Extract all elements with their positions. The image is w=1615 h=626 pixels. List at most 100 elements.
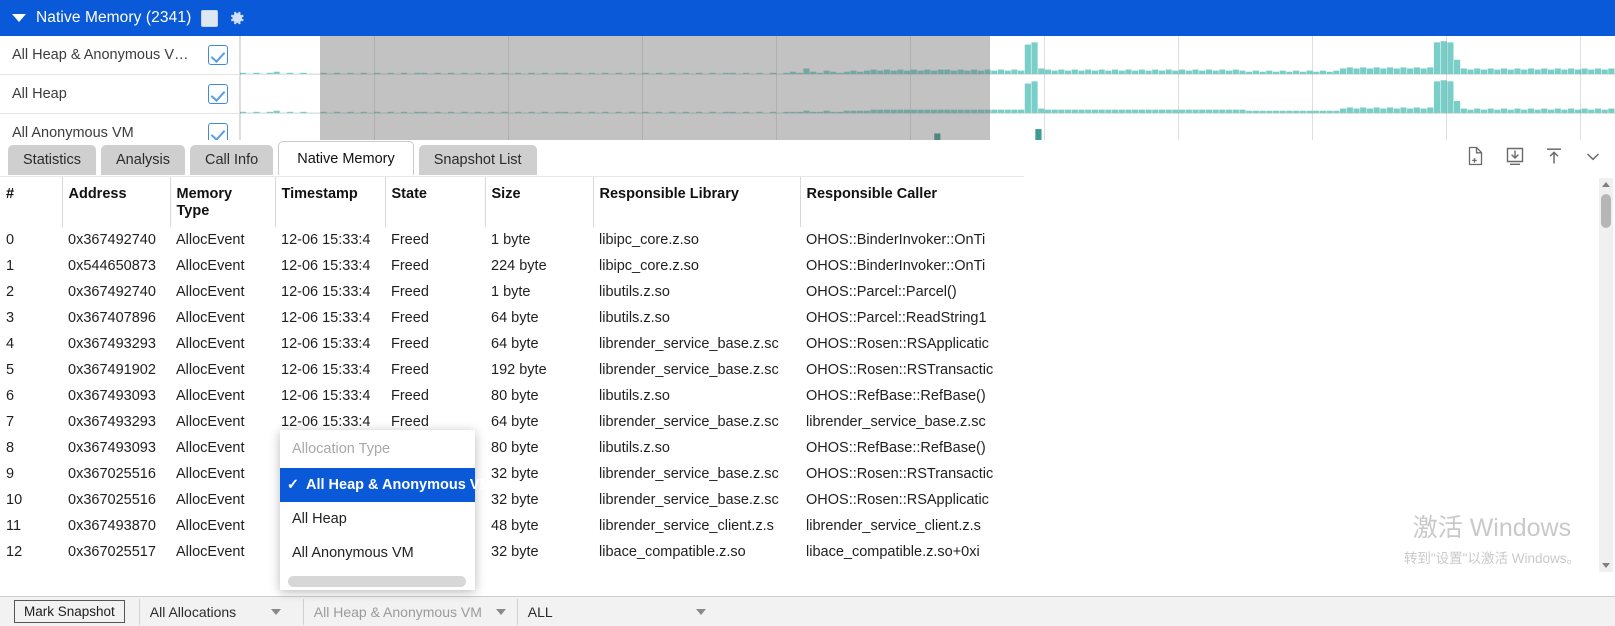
allocation-type-dropdown[interactable]: Allocation Type ✓ All Heap & Anonymous VM…	[280, 430, 492, 590]
tab-call-info[interactable]: Call Info	[190, 145, 274, 175]
col-index[interactable]: #	[0, 177, 63, 228]
cell-library: libutils.z.so	[599, 388, 670, 405]
scroll-down-arrow[interactable]	[1599, 558, 1613, 572]
cell-library: libutils.z.so	[599, 284, 670, 301]
native-memory-table: # Address Memory Type Timestamp State Si…	[0, 176, 1024, 574]
chart-plot-area[interactable]	[240, 36, 1615, 140]
table-row[interactable]: 3 0x367407896 AllocEvent 12-06 15:33:4 Freed…	[0, 305, 1008, 331]
legend-row-all-heap-anonymous-vm[interactable]: All Heap & Anonymous V…	[0, 36, 239, 75]
cell-address: 0x367493293	[68, 414, 156, 431]
file-add-icon[interactable]	[1466, 146, 1486, 167]
cell-index: 7	[6, 414, 15, 431]
cell-state: Freed	[391, 388, 429, 405]
dropdown-item-all-heap[interactable]: All Heap	[280, 502, 475, 536]
legend-row-all-anonymous-vm[interactable]: All Anonymous VM	[0, 114, 239, 140]
main-tabbar: Statistics Analysis Call Info Native Mem…	[0, 140, 1615, 176]
allocations-select[interactable]: All Allocations	[138, 598, 289, 625]
chevron-down-icon	[270, 608, 281, 615]
cell-index: 10	[6, 492, 23, 509]
heap-type-select-value: All Heap & Anonymous VM	[313, 603, 482, 620]
tab-statistics[interactable]: Statistics	[8, 145, 97, 175]
col-memory-type[interactable]: Memory Type	[170, 177, 276, 228]
table-row[interactable]: 5 0x367491902 AllocEvent 12-06 15:33:4 Freed…	[0, 357, 1008, 383]
legend-checkbox[interactable]	[208, 84, 228, 104]
dropdown-item-label: All Heap & Anonymous VM	[306, 477, 492, 493]
cell-caller: OHOS::Parcel::ReadString1	[806, 310, 987, 327]
dropdown-item-all-heap-anonymous-vm[interactable]: ✓ All Heap & Anonymous VM	[280, 468, 492, 502]
cell-memory-type: AllocEvent	[176, 440, 245, 457]
bottom-toolbar: Mark Snapshot All Allocations All Heap &…	[0, 596, 1615, 626]
cell-library: librender_service_client.z.s	[599, 518, 774, 535]
filter-all-select-value: ALL	[527, 603, 553, 620]
export-upload-icon[interactable]	[1544, 146, 1564, 167]
legend-checkbox[interactable]	[208, 45, 228, 65]
mark-snapshot-button[interactable]: Mark Snapshot	[14, 600, 125, 623]
cell-size: 192 byte	[491, 362, 547, 379]
legend-label: All Heap & Anonymous V…	[12, 47, 189, 63]
filter-all-select[interactable]: ALL	[516, 598, 714, 625]
scrollbar-thumb[interactable]	[1601, 194, 1611, 228]
cell-memory-type: AllocEvent	[176, 414, 245, 431]
chart-series-all-heap-anonymous-vm[interactable]	[240, 36, 1615, 75]
tab-analysis[interactable]: Analysis	[101, 145, 186, 175]
cell-address: 0x367492740	[68, 232, 156, 249]
col-responsible-library[interactable]: Responsible Library	[593, 177, 801, 228]
cell-library: librender_service_base.z.sc	[599, 414, 779, 431]
cell-memory-type: AllocEvent	[176, 336, 245, 353]
cell-caller: librender_service_client.z.s	[806, 518, 981, 535]
dropdown-horizontal-scrollbar[interactable]	[288, 576, 466, 587]
table-row[interactable]: 1 0x544650873 AllocEvent 12-06 15:33:4 Freed…	[0, 253, 1008, 279]
tab-snapshot-list[interactable]: Snapshot List	[418, 145, 537, 175]
check-icon: ✓	[286, 477, 300, 493]
cell-library: librender_service_base.z.sc	[599, 492, 779, 509]
chart-series-all-anonymous-vm[interactable]	[240, 114, 1615, 140]
cell-size: 64 byte	[491, 414, 539, 431]
legend-label: All Heap	[12, 86, 67, 102]
col-responsible-caller[interactable]: Responsible Caller	[800, 177, 1008, 228]
heap-type-select[interactable]: All Heap & Anonymous VM	[302, 598, 506, 625]
table-row[interactable]: 10 0x367025516 AllocEvent 32 byte librender_…	[0, 487, 1008, 513]
triangle-down-icon[interactable]	[12, 14, 26, 22]
cell-state: Freed	[391, 232, 429, 249]
cell-address: 0x544650873	[68, 258, 156, 275]
cell-memory-type: AllocEvent	[176, 258, 245, 275]
col-address[interactable]: Address	[62, 177, 171, 228]
cell-size: 64 byte	[491, 310, 539, 327]
legend-checkbox[interactable]	[208, 123, 228, 140]
table-row[interactable]: 11 0x367493870 AllocEvent 48 byte librender_…	[0, 513, 1008, 539]
table-row[interactable]: 7 0x367493293 AllocEvent 12-06 15:33:4 Freed…	[0, 409, 1008, 435]
cell-timestamp: 12-06 15:33:4	[281, 362, 371, 379]
table-row[interactable]: 2 0x367492740 AllocEvent 12-06 15:33:4 Freed…	[0, 279, 1008, 305]
cell-size: 1 byte	[491, 232, 531, 249]
table-row[interactable]: 8 0x367493093 AllocEvent 80 byte libutils.z.…	[0, 435, 1008, 461]
col-state[interactable]: State	[385, 177, 486, 228]
allocations-select-value: All Allocations	[149, 603, 237, 620]
cell-caller: OHOS::Rosen::RSApplicatic	[806, 336, 989, 353]
col-timestamp[interactable]: Timestamp	[275, 177, 386, 228]
legend-row-all-heap[interactable]: All Heap	[0, 75, 239, 114]
cell-library: libutils.z.so	[599, 440, 670, 457]
cell-address: 0x367493093	[68, 388, 156, 405]
col-size[interactable]: Size	[485, 177, 594, 228]
scroll-up-arrow[interactable]	[1599, 178, 1613, 192]
cell-index: 2	[6, 284, 15, 301]
cell-state: Freed	[391, 284, 429, 301]
cell-library: librender_service_base.z.sc	[599, 466, 779, 483]
dropdown-item-all-anonymous-vm[interactable]: All Anonymous VM	[280, 536, 475, 570]
table-row[interactable]: 9 0x367025516 AllocEvent 32 byte librender_s…	[0, 461, 1008, 487]
chevron-down-icon	[695, 608, 706, 615]
chevron-down-icon[interactable]	[1583, 146, 1603, 167]
table-row[interactable]: 0 0x367492740 AllocEvent 12-06 15:33:4 Freed…	[0, 227, 1008, 253]
table-row[interactable]: 6 0x367493093 AllocEvent 12-06 15:33:4 Freed…	[0, 383, 1008, 409]
table-vertical-scrollbar[interactable]	[1599, 178, 1613, 572]
chart-series-all-heap[interactable]	[240, 75, 1615, 114]
panel-title: Native Memory (2341)	[36, 9, 192, 26]
import-download-icon[interactable]	[1505, 146, 1525, 167]
checkbox-unchecked-icon[interactable]	[201, 9, 219, 27]
table-row[interactable]: 4 0x367493293 AllocEvent 12-06 15:33:4 Freed…	[0, 331, 1008, 357]
cell-size: 48 byte	[491, 518, 539, 535]
gear-icon[interactable]	[228, 9, 246, 27]
table-row[interactable]: 12 0x367025517 AllocEvent 32 byte libace_com…	[0, 539, 1008, 565]
cell-caller: OHOS::RefBase::RefBase()	[806, 440, 986, 457]
tab-native-memory[interactable]: Native Memory	[278, 141, 414, 175]
